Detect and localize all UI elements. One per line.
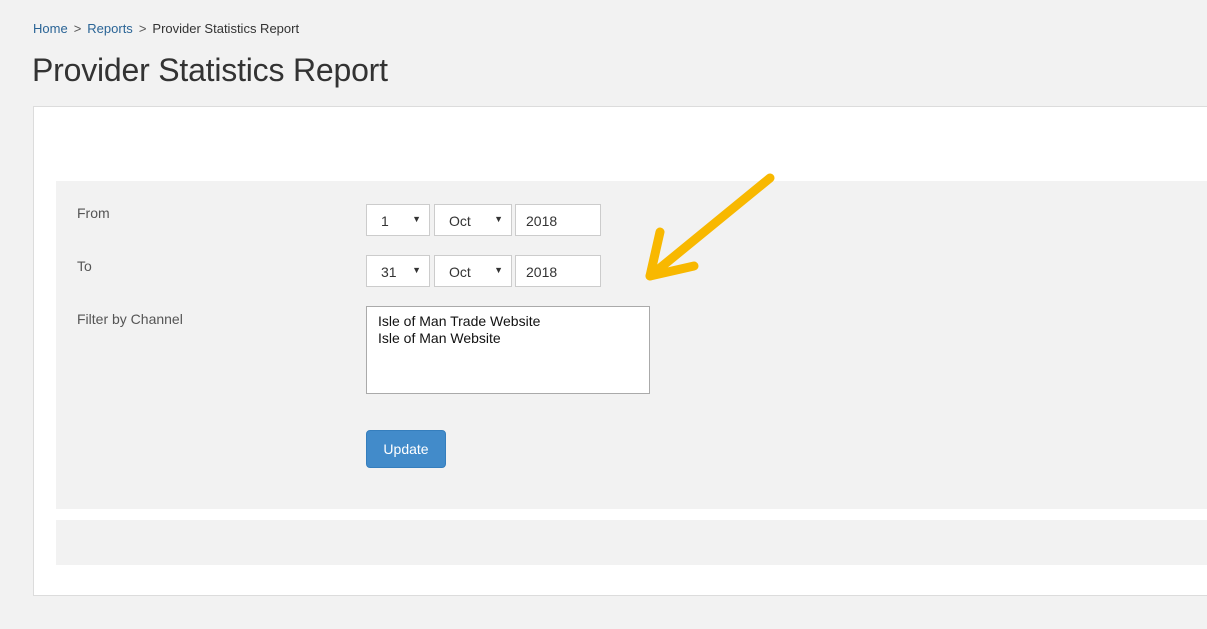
filter-form: From 1 ▼ Oct ▼ 2018 To 31 ▼ Oct ▼ 2018 F… [56, 181, 1207, 509]
to-year-input[interactable]: 2018 [515, 255, 601, 287]
breadcrumb-current: Provider Statistics Report [152, 21, 300, 36]
breadcrumb-separator: > [138, 21, 147, 36]
results-bar [56, 520, 1207, 565]
from-day-value: 1 [381, 213, 389, 229]
from-day-select[interactable]: 1 ▼ [366, 204, 430, 236]
breadcrumb-home-link[interactable]: Home [33, 21, 68, 36]
to-year-value: 2018 [526, 264, 558, 280]
update-button[interactable]: Update [366, 430, 446, 468]
from-month-value: Oct [449, 213, 471, 229]
arrow-annotation-icon [645, 173, 775, 281]
channel-filter-label: Filter by Channel [77, 311, 183, 327]
to-label: To [77, 258, 92, 274]
breadcrumb: Home > Reports > Provider Statistics Report [33, 21, 299, 36]
breadcrumb-separator: > [73, 21, 82, 36]
caret-down-icon: ▼ [494, 214, 503, 224]
from-year-input[interactable]: 2018 [515, 204, 601, 236]
channel-option[interactable]: Isle of Man Website [378, 330, 639, 347]
breadcrumb-reports-link[interactable]: Reports [87, 21, 133, 36]
caret-down-icon: ▼ [412, 214, 421, 224]
to-day-select[interactable]: 31 ▼ [366, 255, 430, 287]
from-year-value: 2018 [526, 213, 558, 229]
channel-option[interactable]: Isle of Man Trade Website [378, 313, 639, 330]
page-title: Provider Statistics Report [32, 52, 388, 88]
from-label: From [77, 205, 110, 221]
to-month-value: Oct [449, 264, 471, 280]
caret-down-icon: ▼ [412, 265, 421, 275]
caret-down-icon: ▼ [494, 265, 503, 275]
channel-listbox[interactable]: Isle of Man Trade Website Isle of Man We… [366, 306, 650, 394]
from-month-select[interactable]: Oct ▼ [434, 204, 512, 236]
to-month-select[interactable]: Oct ▼ [434, 255, 512, 287]
report-panel: From 1 ▼ Oct ▼ 2018 To 31 ▼ Oct ▼ 2018 F… [33, 106, 1207, 596]
to-day-value: 31 [381, 264, 397, 280]
